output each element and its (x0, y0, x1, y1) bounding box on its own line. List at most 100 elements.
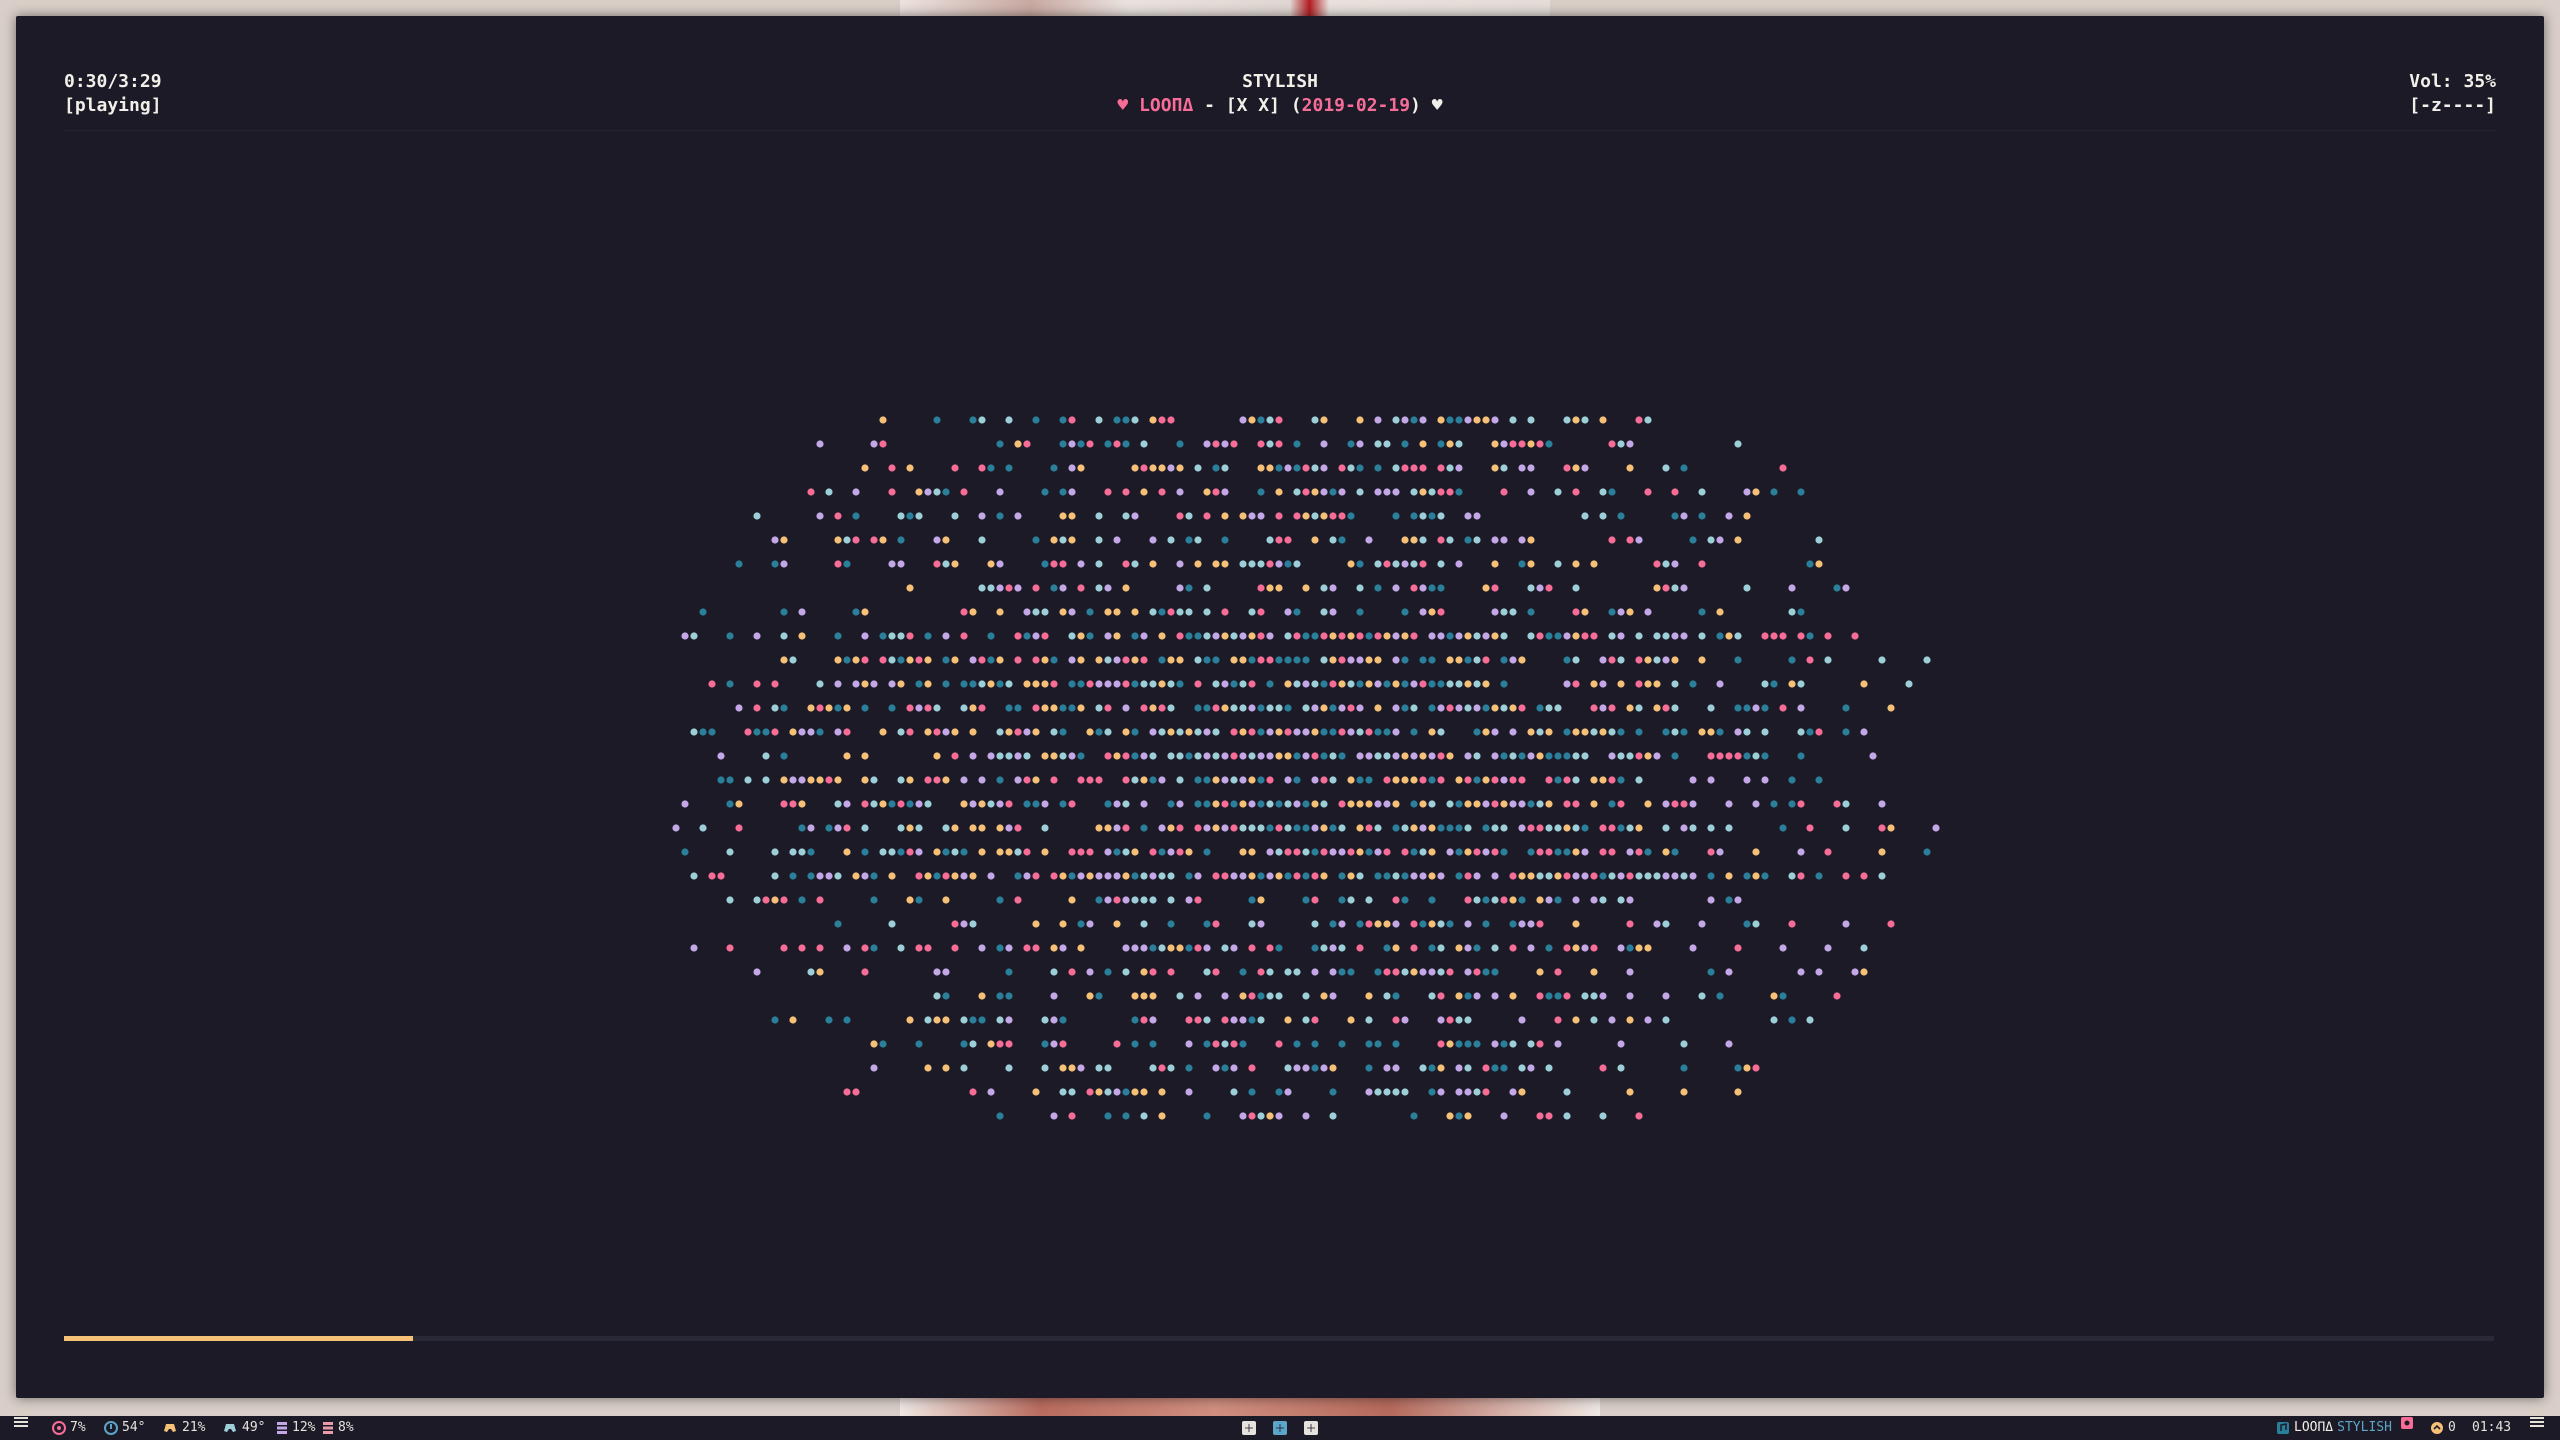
visualizer-dot (942, 656, 950, 664)
workspace-3[interactable] (1304, 1421, 1318, 1435)
visualizer-dot (987, 656, 995, 664)
visualizer-dot (1050, 704, 1058, 712)
visualizer-dot (1527, 536, 1535, 544)
visualizer-dot (825, 1016, 833, 1024)
visualizer-dot (1284, 560, 1292, 568)
visualizer-dot (1401, 536, 1409, 544)
visualizer-dot (915, 800, 923, 808)
visualizer-dot (1437, 728, 1445, 736)
visualizer-dot (1194, 560, 1202, 568)
visualizer-dot (1356, 728, 1364, 736)
visualizer-dot (1077, 680, 1085, 688)
visualizer-dot (1536, 848, 1544, 856)
visualizer-dot (915, 512, 923, 520)
visualizer-dot (1419, 824, 1427, 832)
visualizer-dot (1167, 872, 1175, 880)
visualizer-dot (1455, 1088, 1463, 1096)
visualizer-dot (1176, 608, 1184, 616)
visualizer-dot (1698, 632, 1706, 640)
visualizer-dot (1392, 728, 1400, 736)
visualizer-dot (1167, 824, 1175, 832)
visualizer-dot (753, 728, 761, 736)
visualizer-dot (798, 800, 806, 808)
visualizer-dot (1275, 752, 1283, 760)
visualizer-dot (1500, 896, 1508, 904)
visualizer-dot (1410, 848, 1418, 856)
visualizer-dot (1509, 608, 1517, 616)
visualizer-dot (1329, 1112, 1337, 1120)
visualizer-dot (870, 800, 878, 808)
visualizer-dot (861, 848, 869, 856)
visualizer-dot (807, 728, 815, 736)
visualizer-dot (1077, 776, 1085, 784)
visualizer-dot (1239, 632, 1247, 640)
visualizer-dot (1257, 608, 1265, 616)
visualizer-dot (1266, 944, 1274, 952)
visualizer-dot (1608, 800, 1616, 808)
visualizer-dot (1122, 824, 1130, 832)
visualizer-dot (1041, 1016, 1049, 1024)
visualizer-dot (1383, 560, 1391, 568)
visualizer-dot (1509, 728, 1517, 736)
visualizer-dot (1905, 680, 1913, 688)
visualizer-dot (1212, 776, 1220, 784)
visualizer-dot (1284, 872, 1292, 880)
visualizer-dot (1527, 728, 1535, 736)
visualizer-dot (1410, 464, 1418, 472)
visualizer-dot (1617, 1040, 1625, 1048)
visualizer-dot (1122, 872, 1130, 880)
menu-button[interactable] (14, 1416, 28, 1428)
visualizer-dot (1158, 728, 1166, 736)
visualizer-dot (1077, 632, 1085, 640)
visualizer-dot (1302, 1016, 1310, 1024)
progress-bar[interactable] (64, 1336, 2494, 1341)
visualizer-dot (1230, 1088, 1238, 1096)
visualizer-dot (1248, 920, 1256, 928)
visualizer-dot (915, 704, 923, 712)
visualizer-dot (1356, 800, 1364, 808)
visualizer-dot (1104, 728, 1112, 736)
visualizer-dot (960, 680, 968, 688)
visualizer-dot (1167, 464, 1175, 472)
visualizer-dot (897, 728, 905, 736)
settings-indicator[interactable] (2400, 1416, 2414, 1430)
visualizer-dot (1635, 704, 1643, 712)
visualizer-dot (1311, 1064, 1319, 1072)
visualizer-dot (1365, 1016, 1373, 1024)
visualizer-dot (1743, 704, 1751, 712)
workspace-2[interactable] (1273, 1421, 1287, 1435)
visualizer-dot (1212, 1064, 1220, 1072)
visualizer-dot (1257, 992, 1265, 1000)
visualizer-dot (1293, 824, 1301, 832)
visualizer-dot (1698, 608, 1706, 616)
updates-indicator[interactable]: 0 (2430, 1416, 2456, 1440)
visualizer-dot (1320, 848, 1328, 856)
visualizer-dot (1122, 488, 1130, 496)
visualizer-dot (924, 632, 932, 640)
visualizer-dot (933, 776, 941, 784)
visualizer-dot (1284, 824, 1292, 832)
visualizer-dot (753, 968, 761, 976)
notifications-button[interactable] (2530, 1416, 2544, 1428)
visualizer-dot (1266, 800, 1274, 808)
now-playing[interactable]: LOOΠΔ STYLISH (2276, 1416, 2392, 1440)
visualizer-dot (1806, 632, 1814, 640)
visualizer-dot (1482, 776, 1490, 784)
visualizer-dot (1590, 800, 1598, 808)
visualizer-dot (861, 656, 869, 664)
visualizer-dot (1023, 752, 1031, 760)
visualizer-dot (1050, 728, 1058, 736)
visualizer-dot (1437, 560, 1445, 568)
visualizer-dot (780, 560, 788, 568)
visualizer-dot (1320, 440, 1328, 448)
workspace-1[interactable] (1242, 1421, 1256, 1435)
visualizer-dot (1050, 872, 1058, 880)
music-player-window[interactable]: 0:30/3:29 [playing] STYLISH ♥ LOOΠΔ - [X… (16, 16, 2544, 1398)
visualizer-dot (1554, 752, 1562, 760)
visualizer-dot (825, 872, 833, 880)
visualizer-dot (843, 752, 851, 760)
visualizer-dot (843, 656, 851, 664)
visualizer-dot (1545, 776, 1553, 784)
visualizer-dot (1230, 1040, 1238, 1048)
visualizer-dot (1293, 800, 1301, 808)
